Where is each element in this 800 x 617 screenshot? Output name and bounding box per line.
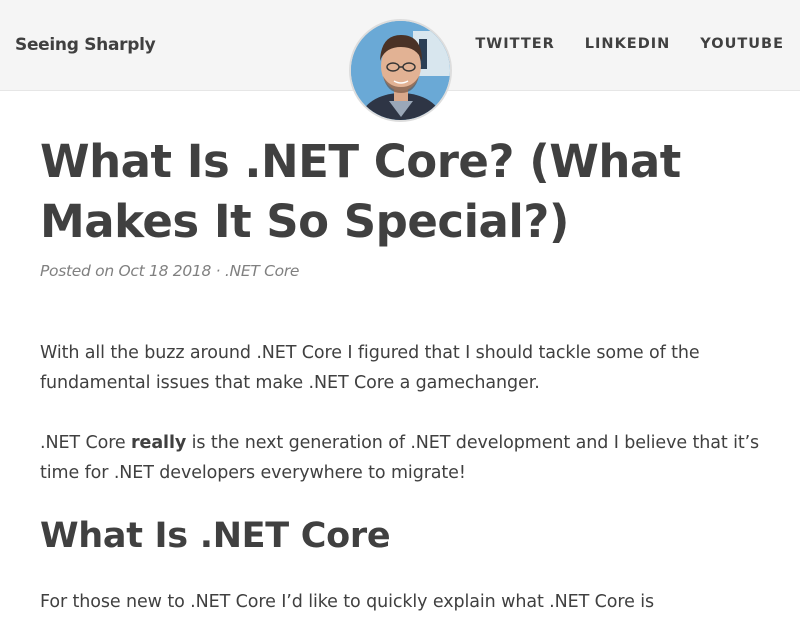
nav-links: B TWITTER LINKEDIN YOUTUBE: [429, 36, 784, 52]
post-meta: Posted on Oct 18 2018 · .NET Core: [40, 262, 300, 280]
post-title: What Is .NET Core? (What Makes It So Spe…: [40, 135, 681, 248]
paragraph-partial: For those new to .NET Core I’d like to q…: [40, 592, 654, 612]
paragraph-bold-word: really: [131, 433, 187, 453]
author-photo: [351, 21, 450, 120]
post-content: What Is .NET Core? (What Makes It So Spe…: [40, 132, 760, 612]
paragraph-next-gen: .NET Core really is the next generation …: [40, 428, 760, 488]
paragraph-text-start: .NET Core: [40, 433, 132, 453]
site-brand-link[interactable]: Seeing Sharply: [15, 35, 156, 55]
section-heading: What Is .NET Core: [40, 516, 391, 556]
nav-link-linkedin[interactable]: LINKEDIN: [585, 36, 670, 52]
nav-link-youtube[interactable]: YOUTUBE: [700, 36, 784, 52]
author-avatar[interactable]: [349, 19, 452, 122]
nav-link-twitter[interactable]: TWITTER: [475, 36, 554, 52]
paragraph-intro: With all the buzz around .NET Core I fig…: [40, 343, 700, 393]
